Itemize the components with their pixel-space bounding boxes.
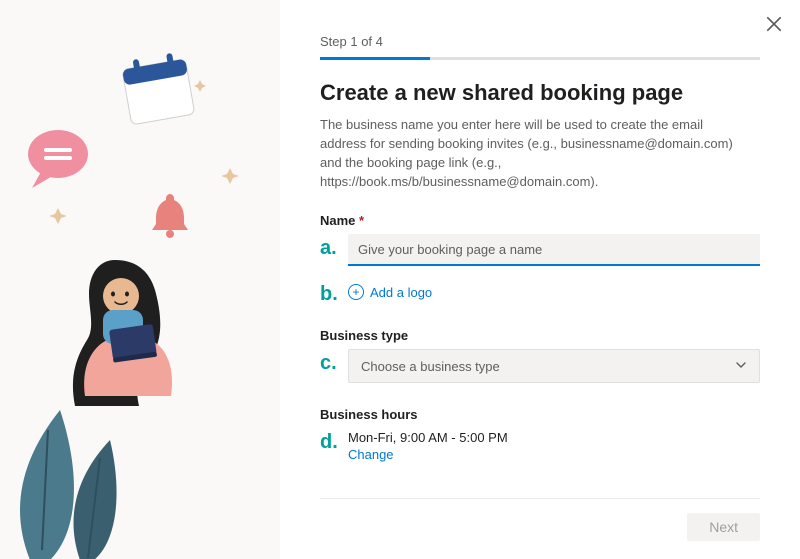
step-indicator: Step 1 of 4 <box>320 34 760 49</box>
business-type-label: Business type <box>320 328 760 343</box>
illustration-panel <box>0 0 280 559</box>
name-label: Name * <box>320 213 760 228</box>
annotation-d: d. <box>320 428 348 456</box>
page-title: Create a new shared booking page <box>320 80 760 106</box>
annotation-b: b. <box>320 280 348 308</box>
business-hours-label: Business hours <box>320 407 760 422</box>
business-type-select[interactable]: Choose a business type <box>348 349 760 383</box>
next-button[interactable]: Next <box>687 513 760 541</box>
form-panel: Step 1 of 4 Create a new shared booking … <box>280 0 800 559</box>
annotation-a: a. <box>320 234 348 262</box>
page-description: The business name you enter here will be… <box>320 116 750 191</box>
name-input[interactable] <box>348 234 760 266</box>
add-logo-label: Add a logo <box>370 285 432 300</box>
plus-circle-icon: + <box>348 284 364 300</box>
change-hours-link[interactable]: Change <box>348 447 394 462</box>
dialog-footer: Next <box>320 498 760 559</box>
annotation-c: c. <box>320 349 348 377</box>
close-button[interactable] <box>764 14 784 34</box>
add-logo-button[interactable]: + Add a logo <box>348 280 432 304</box>
business-type-placeholder: Choose a business type <box>361 359 500 374</box>
business-hours-value: Mon-Fri, 9:00 AM - 5:00 PM <box>348 430 760 445</box>
progress-bar <box>320 57 760 60</box>
chevron-down-icon <box>735 359 747 374</box>
close-icon <box>764 14 784 34</box>
